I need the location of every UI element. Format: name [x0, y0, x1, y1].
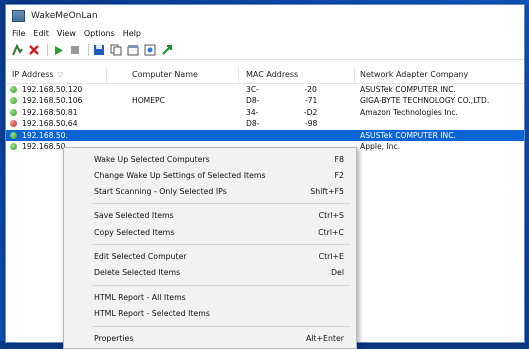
column-company-label: Network Adapter Company [360, 70, 469, 79]
column-ip-label: IP Address [12, 70, 54, 79]
menu-item-copy-selected[interactable]: Copy Selected Items Ctrl+C [94, 226, 344, 240]
row-ip: 192.168.50. [22, 130, 68, 140]
row-company: Amazon Technologies Inc. [360, 107, 458, 117]
row-ip: 192.168.50.81 [22, 107, 78, 117]
table-row-selected[interactable]: 192.168.50. ASUSTek COMPUTER INC. [6, 129, 524, 141]
row-mac: 3C- -20 [246, 85, 317, 94]
column-divider [238, 67, 239, 83]
status-online-icon [10, 108, 17, 116]
menu-item-start-scanning[interactable]: Start Scanning - Only Selected IPs Shift… [94, 185, 344, 199]
menu-item-label: HTML Report - Selected Items [94, 309, 210, 318]
menu-item-change-settings[interactable]: Change Wake Up Settings of Selected Item… [94, 169, 344, 183]
column-ip-address[interactable]: IP Address ▽ [12, 70, 63, 79]
menu-item-shortcut: Del [331, 268, 344, 277]
column-adapter-company[interactable]: Network Adapter Company [360, 70, 468, 79]
status-offline-icon [10, 120, 17, 128]
menu-item-delete-selected[interactable]: Delete Selected Items Del [94, 266, 344, 280]
row-ip: 192.168.50.120 [22, 85, 83, 94]
menu-item-label: Delete Selected Items [94, 268, 181, 277]
row-mac: 34- -D2 [246, 107, 318, 117]
menu-item-label: Start Scanning - Only Selected IPs [94, 187, 227, 196]
menu-separator [92, 285, 350, 286]
window-title: WakeMeOnLan [31, 10, 98, 21]
column-computer-name[interactable]: Computer Name [132, 70, 198, 79]
table-row[interactable]: 192.168.50.64 D8- -98 [6, 118, 524, 129]
menu-item-shortcut: Ctrl+S [318, 211, 344, 220]
menu-item-label: Change Wake Up Settings of Selected Item… [94, 171, 266, 180]
menu-edit[interactable]: Edit [29, 29, 53, 38]
menu-item-properties[interactable]: Properties Alt+Enter [94, 332, 344, 346]
menu-item-label: Properties [94, 334, 134, 343]
row-company: GIGA-BYTE TECHNOLOGY CO.,LTD. [360, 96, 490, 106]
menu-item-shortcut: Ctrl+C [318, 228, 344, 237]
computer-list: 192.168.50.120 3C- -20 ASUSTek COMPUTER … [6, 84, 524, 152]
menu-separator [92, 244, 350, 245]
menu-item-label: Save Selected Items [94, 211, 174, 220]
title-bar: WakeMeOnLan [6, 5, 524, 26]
exit-icon[interactable] [160, 43, 174, 57]
row-company: ASUSTek COMPUTER INC. [360, 130, 456, 140]
menu-bar: File Edit View Options Help [6, 26, 524, 41]
toolbar [6, 41, 524, 60]
menu-separator [92, 326, 350, 327]
app-icon [12, 9, 25, 22]
wake-icon[interactable] [10, 43, 24, 57]
menu-item-html-report-all[interactable]: HTML Report - All Items [94, 291, 344, 305]
delete-icon[interactable] [27, 43, 41, 57]
row-mac: D8- -71 [246, 96, 318, 106]
row-company: ASUSTek COMPUTER INC. [360, 85, 456, 94]
menu-item-wake-up[interactable]: Wake Up Selected Computers F8 [94, 153, 344, 167]
column-divider [106, 67, 107, 83]
row-ip: 192.168.50.106 [22, 96, 83, 106]
menu-help[interactable]: Help [119, 29, 145, 38]
row-company: Apple, Inc. [360, 141, 401, 151]
context-menu: Wake Up Selected Computers F8 Change Wak… [63, 147, 357, 349]
report-icon[interactable] [143, 43, 157, 57]
properties-icon[interactable] [126, 43, 140, 57]
menu-item-shortcut: Ctrl+E [318, 252, 344, 261]
row-mac: D8- -98 [246, 119, 318, 129]
toolbar-separator [47, 44, 48, 56]
menu-options[interactable]: Options [80, 29, 119, 38]
table-row[interactable]: 192.168.50.106 HOMEPC D8- -71 GIGA-BYTE … [6, 95, 524, 106]
copy-icon[interactable] [109, 43, 123, 57]
row-ip: 192.168.50. [22, 141, 68, 151]
status-online-icon [10, 142, 17, 150]
menu-item-label: Wake Up Selected Computers [94, 155, 210, 164]
column-name-label: Computer Name [132, 70, 198, 79]
menu-item-shortcut: Alt+Enter [305, 334, 344, 343]
status-online-icon [10, 131, 17, 139]
menu-item-label: Copy Selected Items [94, 228, 175, 237]
column-mac-address[interactable]: MAC Address [246, 70, 298, 79]
status-online-icon [10, 97, 17, 105]
menu-separator [92, 203, 350, 204]
menu-item-html-report-selected[interactable]: HTML Report - Selected Items [94, 307, 344, 321]
menu-item-shortcut: Shift+F5 [310, 187, 344, 196]
column-mac-label: MAC Address [246, 70, 299, 79]
menu-item-save-selected[interactable]: Save Selected Items Ctrl+S [94, 209, 344, 223]
menu-item-shortcut: F8 [334, 155, 344, 164]
menu-view[interactable]: View [53, 29, 80, 38]
status-online-icon [10, 86, 17, 93]
table-row[interactable]: 192.168.50.120 3C- -20 ASUSTek COMPUTER … [6, 84, 524, 95]
row-ip: 192.168.50.64 [22, 119, 78, 129]
scan-icon[interactable] [51, 43, 65, 57]
toolbar-separator [88, 44, 89, 56]
column-divider [354, 67, 355, 83]
sort-arrow-icon: ▽ [57, 71, 63, 79]
list-header: IP Address ▽ Computer Name MAC Address Ne… [6, 67, 524, 84]
stop-icon[interactable] [68, 43, 82, 57]
menu-item-label: Edit Selected Computer [94, 252, 187, 261]
menu-item-label: HTML Report - All Items [94, 293, 186, 302]
table-row[interactable]: 192.168.50.81 34- -D2 Amazon Technologie… [6, 107, 524, 118]
save-icon[interactable] [92, 43, 106, 57]
menu-item-shortcut: F2 [334, 171, 344, 180]
menu-item-edit-selected[interactable]: Edit Selected Computer Ctrl+E [94, 250, 344, 264]
row-name: HOMEPC [132, 96, 165, 106]
menu-file[interactable]: File [8, 29, 29, 38]
